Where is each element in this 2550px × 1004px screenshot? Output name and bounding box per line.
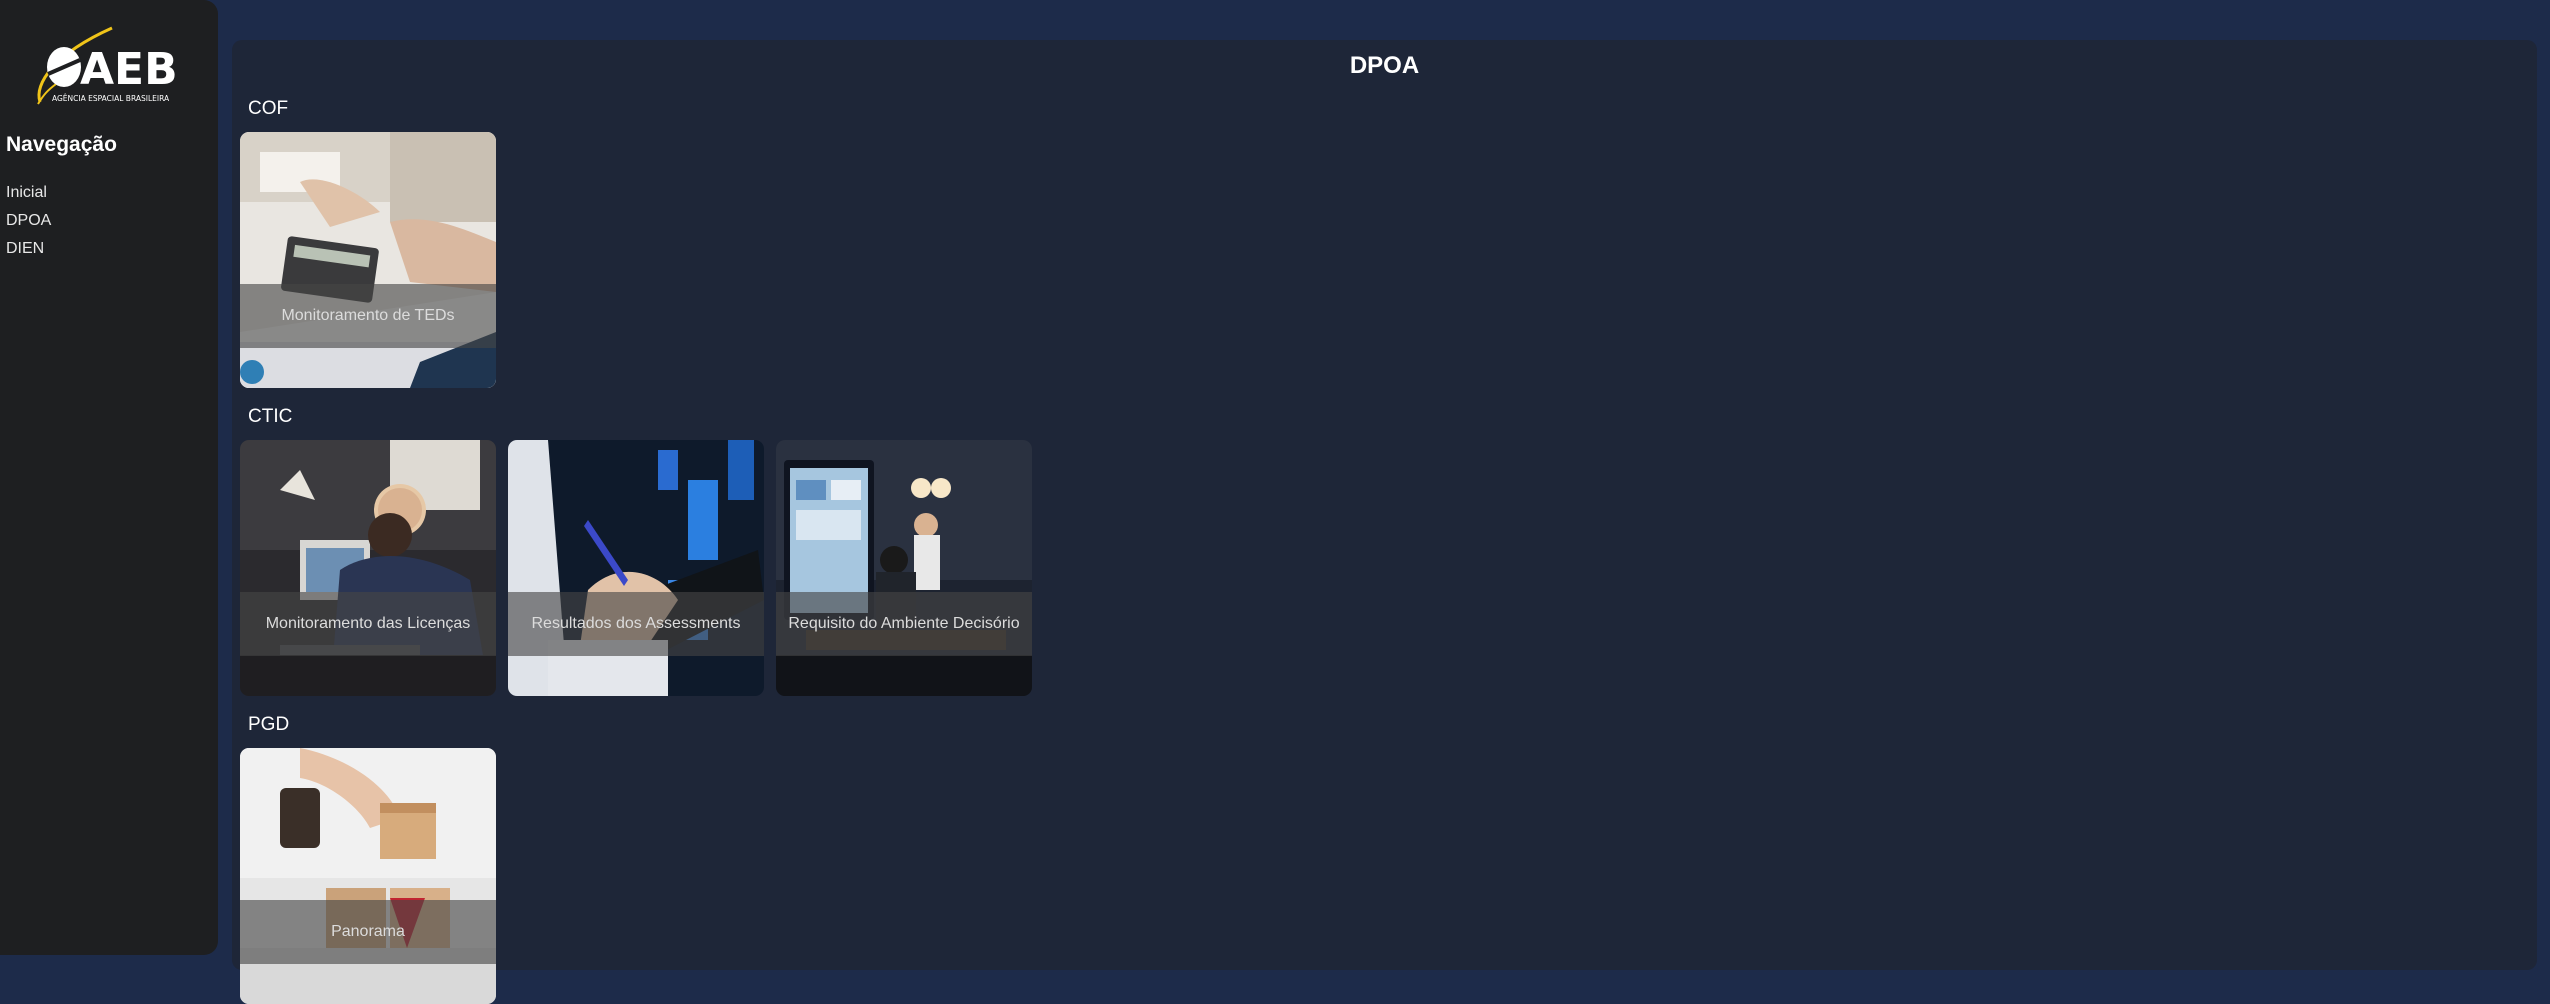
finance-calculator-image bbox=[240, 132, 496, 388]
report-card-monitoramento-licencas[interactable]: Monitoramento das Licenças bbox=[240, 440, 496, 696]
nav-item-inicial[interactable]: Inicial bbox=[6, 182, 51, 210]
card-label: Requisito do Ambiente Decisório bbox=[776, 592, 1032, 656]
main-panel: DPOA COF Monitoramento de TEDs CTIC Moni… bbox=[232, 40, 2537, 1004]
navigation-title: Navegação bbox=[6, 133, 117, 156]
section-title-ctic: CTIC bbox=[248, 406, 293, 427]
page-title: DPOA bbox=[1349, 52, 1420, 79]
aeb-logo[interactable]: AEB AGÊNCIA ESPACIAL BRASILEIRA bbox=[34, 24, 184, 110]
card-label: Monitoramento das Licenças bbox=[240, 592, 496, 656]
nav-item-dpoa[interactable]: DPOA bbox=[6, 210, 51, 238]
report-card-resultados-assessments[interactable]: Resultados dos Assessments bbox=[508, 440, 764, 696]
report-card-monitoramento-teds[interactable]: Monitoramento de TEDs bbox=[240, 132, 496, 388]
card-label: Resultados dos Assessments bbox=[508, 592, 764, 656]
report-card-requisito-ambiente-decisorio[interactable]: Requisito do Ambiente Decisório bbox=[776, 440, 1032, 696]
section-title-cof: COF bbox=[248, 98, 289, 119]
logo-wordmark: AEB bbox=[80, 44, 178, 95]
hand-writing-image bbox=[508, 440, 764, 696]
sidebar: AEB AGÊNCIA ESPACIAL BRASILEIRA Navegaçã… bbox=[0, 0, 218, 955]
meeting-dashboard-image bbox=[776, 440, 1032, 696]
office-worker-image bbox=[240, 440, 496, 696]
card-label: Monitoramento de TEDs bbox=[240, 284, 496, 348]
nav-list: Inicial DPOA DIEN bbox=[6, 182, 51, 266]
report-card-panorama[interactable]: Panorama bbox=[240, 748, 496, 1004]
card-label: Panorama bbox=[240, 900, 496, 964]
nav-item-dien[interactable]: DIEN bbox=[6, 238, 51, 266]
logo-subtitle: AGÊNCIA ESPACIAL BRASILEIRA bbox=[52, 94, 170, 103]
wooden-blocks-image bbox=[240, 748, 496, 1004]
section-title-pgd: PGD bbox=[248, 714, 290, 735]
